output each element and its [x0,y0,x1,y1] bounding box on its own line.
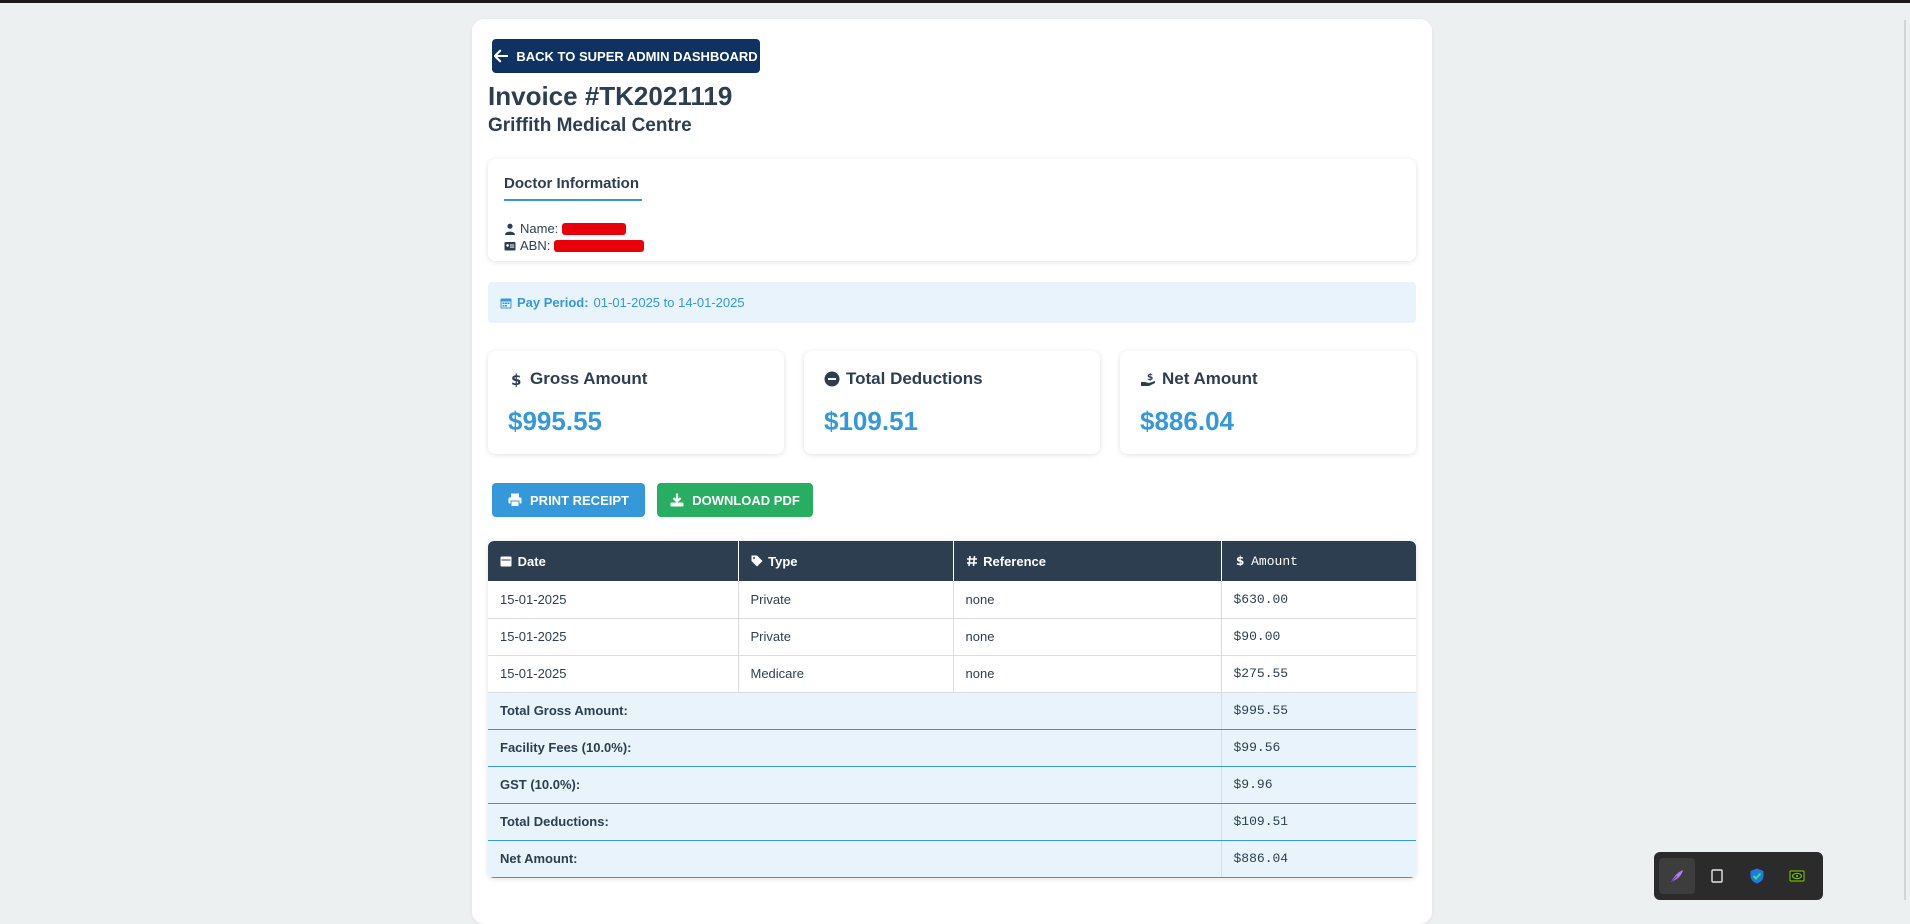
pay-period-label: Pay Period: [517,295,589,310]
back-to-dashboard-button[interactable]: BACK TO SUPER ADMIN DASHBOARD [492,39,760,73]
net-amount-title: Net Amount [1162,369,1258,388]
dollar-icon: $ [511,371,521,387]
user-doctor-icon [505,223,515,235]
download-pdf-button[interactable]: DOWNLOAD PDF [657,483,813,517]
summary-label: Net Amount: [488,840,1222,878]
table-header-row: Date Type Reference $ Amount [488,541,1416,581]
doctor-name-row: Name: [504,221,627,236]
calendar-icon [500,556,512,566]
net-amount-title-row: $ Net Amount [1140,369,1258,389]
summary-row-total-gross: Total Gross Amount: $995.55 [488,691,1416,730]
shield-check-icon [1750,868,1764,884]
window-icon [1711,869,1723,883]
doctor-info-title: Doctor Information [504,175,642,201]
summary-label: GST (10.0%): [488,766,1222,804]
row-type: Private [738,618,954,656]
column-header-date[interactable]: Date [488,541,739,581]
row-amount: $90.00 [1221,618,1416,656]
reference-header-label: Reference [983,553,1046,569]
column-header-reference[interactable]: Reference [953,541,1222,581]
summary-label: Total Deductions: [488,803,1222,841]
gross-amount-card: $ Gross Amount $995.55 [488,351,784,454]
gross-amount-value: $995.55 [508,406,602,436]
pay-period-banner: Pay Period: 01-01-2025 to 14-01-2025 [488,282,1416,323]
doctor-info-card: Doctor Information Name: ABN: [488,159,1416,261]
row-reference: none [953,581,1222,619]
invoice-table: Date Type Reference $ Amount 15-01-2025 … [488,541,1416,878]
summary-row-facility-fees: Facility Fees (10.0%): $99.56 [488,729,1416,767]
tray-item-nvidia[interactable] [1779,858,1815,894]
total-deductions-value: $109.51 [824,406,918,436]
back-button-label: BACK TO SUPER ADMIN DASHBOARD [516,48,758,64]
row-type: Medicare [738,655,954,693]
summary-value: $886.04 [1221,840,1416,878]
nvidia-icon [1789,870,1805,882]
summary-value: $9.96 [1221,766,1416,804]
amount-header-label: Amount [1251,554,1298,569]
feather-icon [1670,870,1683,883]
clinic-name: Griffith Medical Centre [488,115,692,136]
browser-top-edge [0,0,1910,3]
summary-value: $995.55 [1221,691,1416,730]
hand-holding-dollar-icon: $ [1141,373,1155,386]
pay-period-value: 01-01-2025 to 14-01-2025 [593,295,745,310]
row-date: 15-01-2025 [488,655,739,693]
doctor-abn-label: ABN: [520,238,551,253]
summary-value: $109.51 [1221,803,1416,841]
arrow-left-icon [494,49,509,63]
date-header-label: Date [517,553,546,569]
net-amount-value: $886.04 [1140,406,1234,436]
gross-amount-title: Gross Amount [530,369,648,388]
gross-amount-title-row: $ Gross Amount [508,369,647,389]
tag-icon [751,555,762,566]
tray-item-feather[interactable] [1659,858,1695,894]
print-icon [508,493,522,507]
summary-row-net-amount: Net Amount: $886.04 [488,840,1416,878]
invoice-title: Invoice #TK2021119 [488,81,733,111]
net-amount-card: $ Net Amount $886.04 [1120,351,1416,454]
invoice-card: BACK TO SUPER ADMIN DASHBOARD Invoice #T… [472,19,1432,924]
tray-item-security[interactable] [1739,858,1775,894]
row-reference: none [953,655,1222,693]
calendar-icon [500,298,512,308]
total-deductions-card: Total Deductions $109.51 [804,351,1100,454]
row-amount: $275.55 [1221,655,1416,693]
summary-row-total-deductions: Total Deductions: $109.51 [488,803,1416,841]
redacted-name [562,222,627,235]
download-icon [670,493,684,507]
hashtag-icon [966,555,977,566]
dollar-icon: $ [1236,554,1244,568]
svg-text:$: $ [1236,554,1244,566]
row-reference: none [953,618,1222,656]
column-header-amount[interactable]: $ Amount [1221,541,1416,581]
row-amount: $630.00 [1221,581,1416,619]
doctor-name-label: Name: [520,221,559,236]
doctor-abn-row: ABN: [504,238,645,253]
row-date: 15-01-2025 [488,618,739,656]
summary-label: Facility Fees (10.0%): [488,729,1222,767]
row-type: Private [738,581,954,619]
summary-label: Total Gross Amount: [488,691,1222,730]
download-pdf-label: DOWNLOAD PDF [692,492,800,508]
svg-text:$: $ [1147,373,1153,383]
system-tray-overflow [1654,852,1823,900]
table-row: 15-01-2025 Private none $630.00 [488,581,1416,619]
id-card-icon [504,241,516,250]
minus-circle-icon [824,371,840,387]
total-deductions-title: Total Deductions [846,369,983,388]
page-scrollbar[interactable] [1904,20,1906,900]
summary-row-gst: GST (10.0%): $9.96 [488,766,1416,804]
table-row: 15-01-2025 Medicare none $275.55 [488,655,1416,693]
total-deductions-title-row: Total Deductions [824,369,983,389]
summary-value: $99.56 [1221,729,1416,767]
tray-item-window[interactable] [1699,858,1735,894]
print-receipt-button[interactable]: PRINT RECEIPT [492,483,645,517]
row-date: 15-01-2025 [488,581,739,619]
table-row: 15-01-2025 Private none $90.00 [488,618,1416,656]
type-header-label: Type [768,553,798,569]
column-header-type[interactable]: Type [738,541,954,581]
svg-text:$: $ [511,371,521,387]
print-receipt-label: PRINT RECEIPT [530,492,629,508]
redacted-abn [554,239,645,252]
